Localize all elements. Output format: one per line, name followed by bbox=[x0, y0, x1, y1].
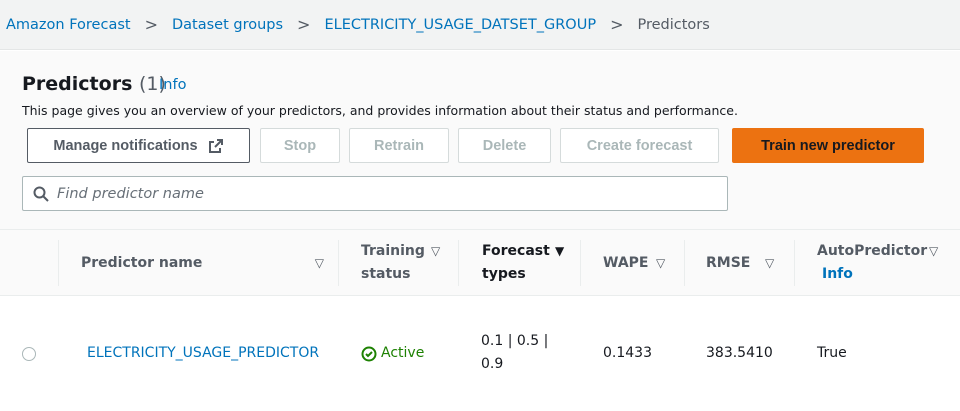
breadcrumb-dataset-group[interactable]: ELECTRICITY_USAGE_DATSET_GROUP bbox=[324, 17, 596, 33]
column-training-status[interactable]: Training status ▽ bbox=[338, 240, 458, 286]
retrain-button[interactable]: Retrain bbox=[349, 128, 449, 163]
sort-icon[interactable]: ▽ bbox=[765, 240, 774, 286]
train-new-predictor-button[interactable]: Train new predictor bbox=[732, 128, 924, 163]
button-label: Manage notifications bbox=[53, 137, 198, 154]
chevron-right-icon: > bbox=[144, 15, 158, 34]
row-select-radio[interactable] bbox=[22, 347, 36, 361]
column-label: Forecast bbox=[482, 243, 550, 259]
column-label: status bbox=[361, 266, 411, 282]
info-link[interactable]: Info bbox=[159, 77, 186, 93]
wape-value: 0.1433 bbox=[603, 345, 652, 361]
breadcrumb-dataset-groups[interactable]: Dataset groups bbox=[172, 17, 283, 33]
sort-icon[interactable]: ▽ bbox=[929, 240, 938, 263]
autopredictor-info-link[interactable]: Info bbox=[822, 266, 853, 282]
column-forecast-types[interactable]: Forecast types ▼ bbox=[458, 240, 580, 286]
column-label: RMSE bbox=[706, 255, 751, 271]
page-description: This page gives you an overview of your … bbox=[22, 103, 738, 118]
column-predictor-name[interactable]: Predictor name ▽ bbox=[58, 240, 338, 286]
check-circle-icon bbox=[361, 346, 377, 361]
forecast-types-line: 0.9 bbox=[481, 356, 504, 372]
chevron-right-icon: > bbox=[297, 15, 311, 34]
autopredictor-value: True bbox=[817, 345, 847, 361]
delete-button[interactable]: Delete bbox=[458, 128, 551, 163]
create-forecast-button[interactable]: Create forecast bbox=[560, 128, 719, 163]
column-label: Training bbox=[361, 243, 425, 259]
breadcrumb: Amazon Forecast > Dataset groups > ELECT… bbox=[0, 0, 960, 50]
search-icon bbox=[33, 186, 49, 202]
sort-icon[interactable]: ▽ bbox=[656, 240, 665, 286]
breadcrumb-current: Predictors bbox=[637, 16, 710, 33]
external-link-icon bbox=[208, 138, 223, 153]
column-wape[interactable]: WAPE ▽ bbox=[580, 240, 684, 286]
table-header: Predictor name ▽ Training status ▽ Forecast… bbox=[0, 229, 960, 296]
stop-button[interactable]: Stop bbox=[260, 128, 340, 163]
rmse-value: 383.5410 bbox=[706, 345, 773, 361]
status-text: Active bbox=[381, 345, 425, 361]
column-label: Predictor name bbox=[81, 255, 203, 271]
manage-notifications-button[interactable]: Manage notifications bbox=[27, 128, 250, 163]
page-title: Predictors (1) bbox=[22, 73, 166, 95]
column-label: types bbox=[482, 266, 526, 282]
sort-icon[interactable]: ▽ bbox=[431, 240, 440, 263]
forecast-types-line: 0.1 | 0.5 | bbox=[481, 333, 549, 349]
chevron-right-icon: > bbox=[610, 15, 624, 34]
predictor-name-link[interactable]: ELECTRICITY_USAGE_PREDICTOR bbox=[87, 342, 319, 365]
training-status: Active bbox=[361, 342, 424, 365]
search-input[interactable] bbox=[57, 185, 697, 202]
column-label: WAPE bbox=[603, 255, 649, 271]
title-text: Predictors bbox=[22, 73, 133, 95]
sort-icon[interactable]: ▽ bbox=[315, 240, 324, 286]
search-box bbox=[22, 176, 728, 211]
forecast-types: 0.1 | 0.5 | 0.9 bbox=[481, 330, 548, 376]
breadcrumb-amazon-forecast[interactable]: Amazon Forecast bbox=[6, 17, 131, 33]
column-autopredictor[interactable]: AutoPredictor Info ▽ bbox=[794, 240, 958, 286]
sort-icon[interactable]: ▼ bbox=[555, 240, 564, 263]
column-rmse[interactable]: RMSE ▽ bbox=[684, 240, 794, 286]
